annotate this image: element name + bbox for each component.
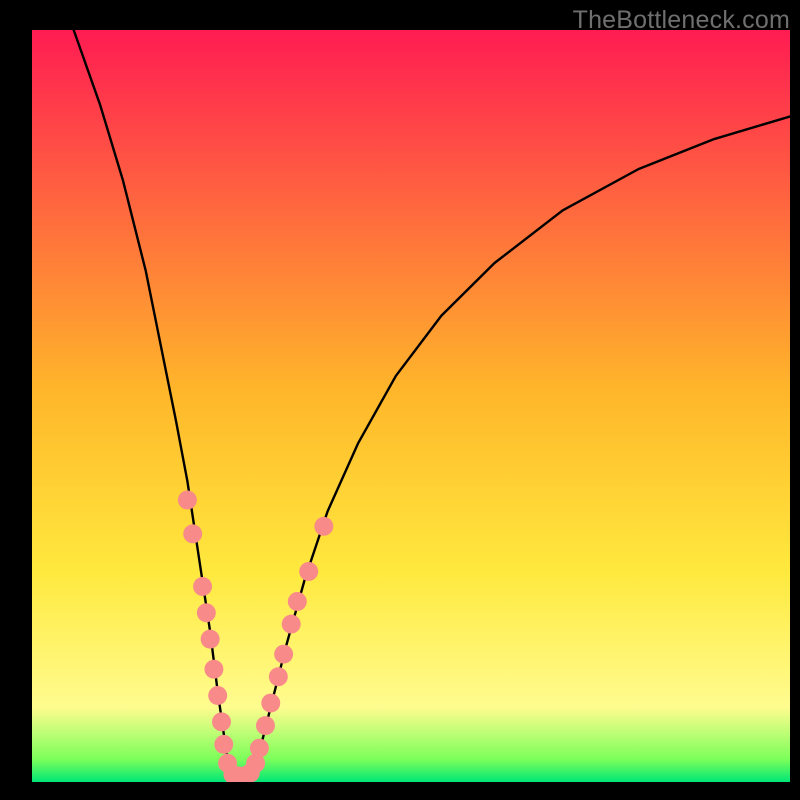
data-marker — [299, 562, 318, 581]
data-marker — [201, 630, 220, 649]
chart-container: TheBottleneck.com — [0, 0, 800, 800]
data-marker — [212, 712, 231, 731]
data-marker — [178, 491, 197, 510]
bottleneck-chart — [0, 0, 800, 800]
data-marker — [214, 735, 233, 754]
plot-area — [32, 30, 790, 785]
data-marker — [261, 694, 280, 713]
data-marker — [256, 716, 275, 735]
data-marker — [269, 667, 288, 686]
data-marker — [250, 739, 269, 758]
data-marker — [274, 645, 293, 664]
data-marker — [197, 603, 216, 622]
data-marker — [208, 686, 227, 705]
data-marker — [314, 517, 333, 536]
data-marker — [183, 524, 202, 543]
data-marker — [204, 660, 223, 679]
data-marker — [193, 577, 212, 596]
watermark-label: TheBottleneck.com — [573, 6, 790, 35]
data-marker — [282, 615, 301, 634]
chart-background — [32, 30, 790, 782]
data-marker — [288, 592, 307, 611]
